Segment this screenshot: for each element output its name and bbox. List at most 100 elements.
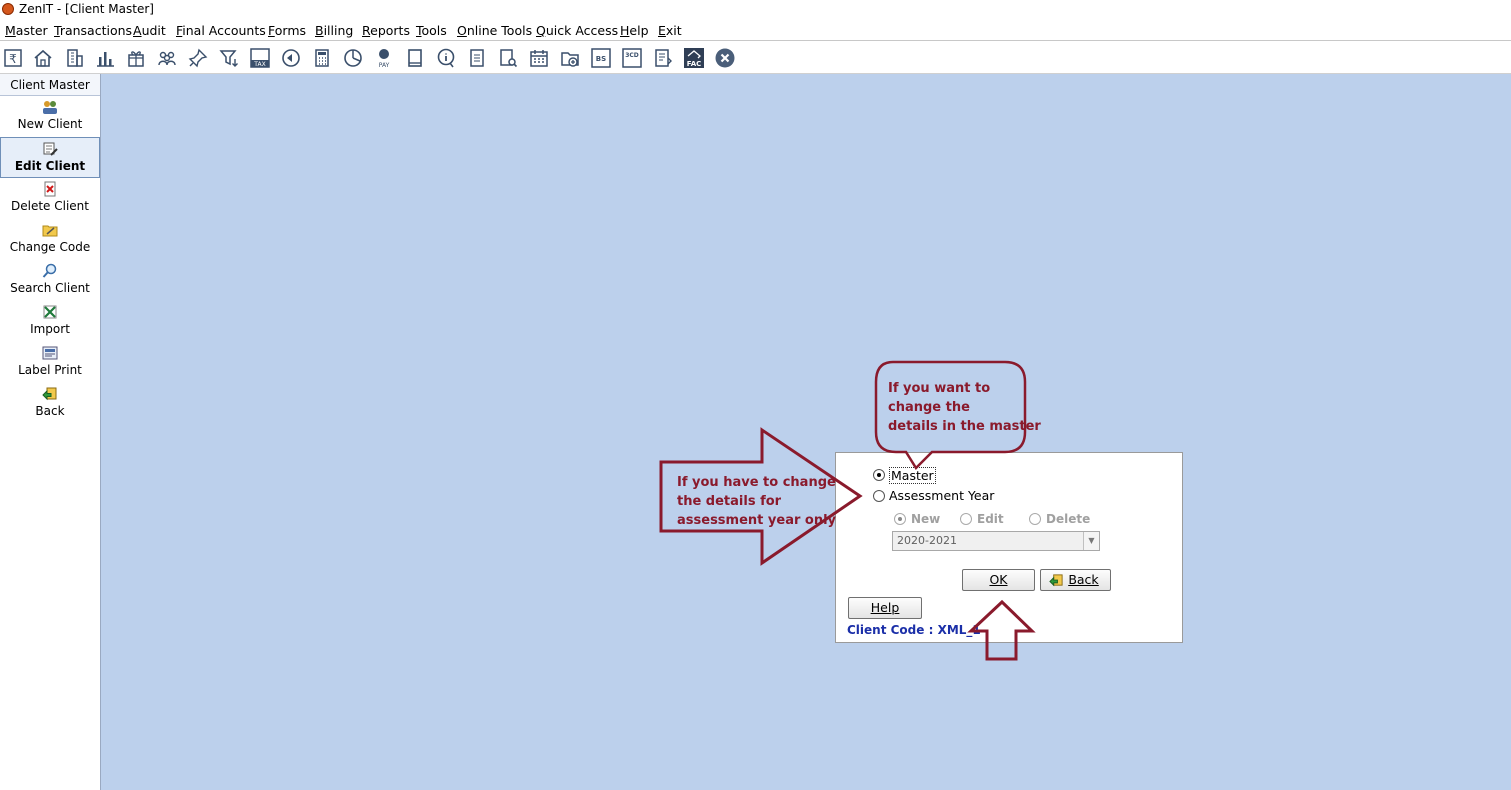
- sidebar-item-label: Edit Client: [14, 159, 86, 173]
- delete-radio-label: Delete: [1046, 512, 1091, 526]
- menu-reports[interactable]: Reports: [362, 23, 410, 38]
- help-button-label: Help: [870, 600, 900, 615]
- calculator-icon[interactable]: [310, 46, 334, 70]
- new-radio-label: New: [911, 512, 941, 526]
- help-button[interactable]: Help: [848, 597, 922, 619]
- sidebar: Client Master New Client Edit Client Del…: [0, 74, 101, 790]
- master-radio[interactable]: [873, 469, 885, 481]
- sidebar-header: Client Master: [0, 74, 100, 96]
- ok-button[interactable]: OK: [962, 569, 1035, 591]
- back-arrow-icon: [1049, 574, 1063, 587]
- gift-icon[interactable]: [124, 46, 148, 70]
- close-icon[interactable]: [713, 46, 737, 70]
- ledger-icon[interactable]: [651, 46, 675, 70]
- filter-icon[interactable]: [217, 46, 241, 70]
- master-radio-label[interactable]: Master: [889, 467, 936, 484]
- callout-line-1: If you want to: [888, 381, 991, 396]
- menu-quick-access[interactable]: Quick Access: [536, 23, 618, 38]
- menu-forms[interactable]: Forms: [268, 23, 306, 38]
- info-icon[interactable]: [434, 46, 458, 70]
- window-title: ZenIT - [Client Master]: [19, 2, 154, 16]
- sidebar-item-edit-client[interactable]: Edit Client: [0, 137, 100, 178]
- tax-icon[interactable]: TAX: [248, 46, 272, 70]
- pay-label: PAY: [379, 62, 390, 69]
- app-logo-icon: [2, 3, 14, 15]
- assessment-year-label[interactable]: Assessment Year: [889, 488, 994, 503]
- fac-icon[interactable]: FAC: [682, 46, 706, 70]
- sidebar-item-label: Search Client: [10, 281, 90, 295]
- arrow-text-line-2: the details for: [677, 494, 782, 509]
- sidebar-item-label: Change Code: [9, 240, 91, 254]
- arrow-text-line-1: If you have to change: [677, 475, 836, 490]
- assessment-year-radio[interactable]: [873, 490, 885, 502]
- arrow-text-line-3: assessment year only: [677, 513, 837, 528]
- workspace: [101, 74, 1511, 790]
- sidebar-item-label-print[interactable]: Label Print: [0, 342, 100, 383]
- pie-chart-icon[interactable]: [341, 46, 365, 70]
- toolbar: ₹ TAX PAY BS 3CD FAC: [0, 42, 1511, 74]
- back-icon: [42, 387, 57, 401]
- new-radio[interactable]: [894, 513, 906, 525]
- edit-client-icon: [43, 142, 58, 156]
- sidebar-item-delete-client[interactable]: Delete Client: [0, 178, 100, 219]
- fac-label: FAC: [687, 60, 702, 68]
- ok-button-label: OK: [989, 572, 1008, 587]
- menu-billing[interactable]: Billing: [315, 23, 353, 38]
- menu-online-tools[interactable]: Online Tools: [457, 23, 532, 38]
- sidebar-item-search-client[interactable]: Search Client: [0, 260, 100, 301]
- search-doc-icon[interactable]: [496, 46, 520, 70]
- search-client-icon: [42, 263, 57, 278]
- menu-tools[interactable]: Tools: [416, 23, 447, 38]
- menu-audit[interactable]: Audit: [133, 23, 166, 38]
- menu-final-accounts[interactable]: Final Accounts: [176, 23, 266, 38]
- report-icon[interactable]: [465, 46, 489, 70]
- callout-line-2: change the: [888, 400, 970, 415]
- chevron-down-icon[interactable]: ▼: [1083, 532, 1099, 550]
- edit-client-dialog: Master Assessment Year New Edit Delete 2…: [835, 452, 1183, 643]
- sidebar-item-label: Label Print: [18, 363, 82, 377]
- change-code-icon: [42, 225, 58, 237]
- label-print-icon: [42, 346, 58, 360]
- client-code-text: Client Code : XML_1: [847, 623, 981, 637]
- assessment-year-select[interactable]: 2020-2021 ▼: [892, 531, 1100, 551]
- pay-icon[interactable]: PAY: [372, 46, 396, 70]
- home-icon[interactable]: [31, 46, 55, 70]
- bs-icon[interactable]: BS: [589, 46, 613, 70]
- delete-radio[interactable]: [1029, 513, 1041, 525]
- back-button[interactable]: Back: [1040, 569, 1111, 591]
- menu-exit[interactable]: Exit: [658, 23, 682, 38]
- new-client-icon: [43, 101, 57, 114]
- refresh-icon[interactable]: [279, 46, 303, 70]
- sidebar-item-import[interactable]: Import: [0, 301, 100, 342]
- callout-line-3: details in the master: [888, 419, 1041, 434]
- import-icon: [43, 305, 57, 319]
- title-bar: ZenIT - [Client Master]: [0, 0, 1511, 19]
- add-folder-icon[interactable]: [558, 46, 582, 70]
- svg-text:₹: ₹: [9, 52, 17, 66]
- sidebar-item-label: New Client: [17, 117, 83, 131]
- menu-transactions[interactable]: Transactions: [54, 23, 132, 38]
- menu-master[interactable]: Master: [5, 23, 48, 38]
- calendar-icon[interactable]: [527, 46, 551, 70]
- pin-icon[interactable]: [186, 46, 210, 70]
- sidebar-item-back[interactable]: Back: [0, 383, 100, 424]
- bar-chart-icon[interactable]: [93, 46, 117, 70]
- delete-client-icon: [44, 181, 56, 197]
- rupee-icon[interactable]: ₹: [1, 46, 25, 70]
- sidebar-item-label: Import: [30, 322, 70, 336]
- menu-help[interactable]: Help: [620, 23, 649, 38]
- sidebar-item-change-code[interactable]: Change Code: [0, 219, 100, 260]
- assessment-year-value: 2020-2021: [897, 534, 957, 547]
- back-button-label: Back: [1068, 572, 1099, 587]
- menu-bar: Master Transactions Audit Final Accounts…: [0, 20, 1511, 41]
- users-icon[interactable]: [155, 46, 179, 70]
- book-icon[interactable]: [403, 46, 427, 70]
- edit-radio[interactable]: [960, 513, 972, 525]
- tax-label: TAX: [253, 61, 265, 68]
- sidebar-item-new-client[interactable]: New Client: [0, 96, 100, 137]
- buildings-icon[interactable]: [62, 46, 86, 70]
- 3cd-label: 3CD: [625, 52, 639, 59]
- bs-label: BS: [596, 55, 606, 63]
- sidebar-item-label: Back: [35, 404, 65, 418]
- 3cd-icon[interactable]: 3CD: [620, 46, 644, 70]
